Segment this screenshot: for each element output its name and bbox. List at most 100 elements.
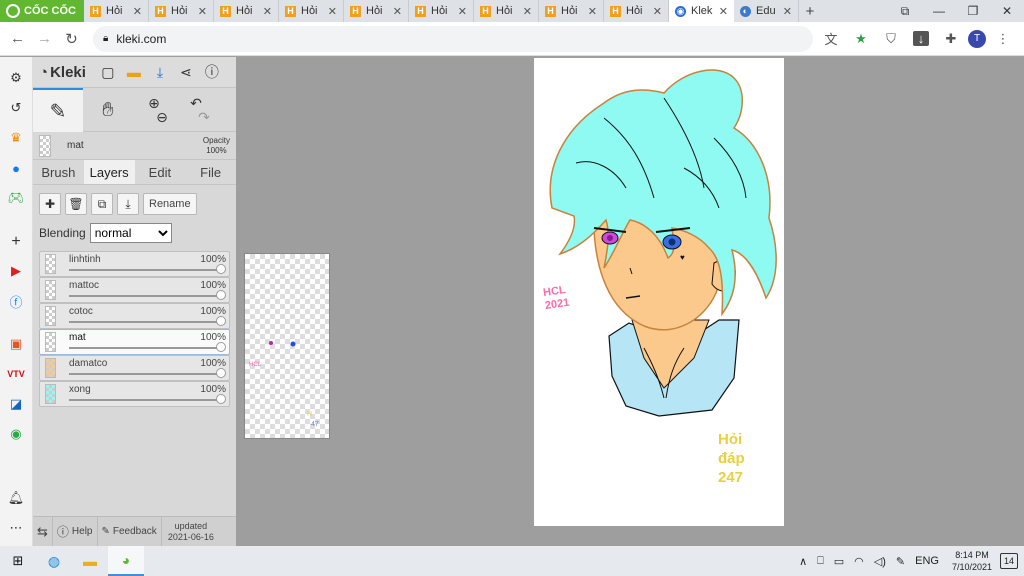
blending-select[interactable]: normal [89, 223, 172, 243]
browser-tab[interactable]: H Hỏi ✕ [474, 0, 539, 22]
browser-tab[interactable]: H Hỏi ✕ [84, 0, 149, 22]
browser-brand[interactable]: CỐC CỐC [0, 0, 84, 22]
browser-tab[interactable]: H Hỏi ✕ [539, 0, 604, 22]
tab-file[interactable]: File [185, 160, 236, 184]
close-icon[interactable]: ✕ [653, 5, 662, 18]
browser-tab[interactable]: ◐ Edu ✕ [734, 0, 799, 22]
opacity-slider-handle[interactable] [216, 394, 226, 404]
globe-icon[interactable]: ◉ [5, 423, 27, 445]
messenger-icon[interactable]: ● [5, 157, 27, 179]
more-icon[interactable]: ⋯ [5, 517, 27, 539]
opacity-slider-handle[interactable] [216, 290, 226, 300]
close-icon[interactable]: ✕ [198, 5, 207, 18]
close-icon[interactable]: ✕ [719, 5, 728, 18]
url-input[interactable]: 🔒︎ kleki.com [93, 25, 813, 52]
opacity-slider-track[interactable] [69, 347, 221, 349]
browser-tab[interactable]: H Hỏi ✕ [344, 0, 409, 22]
layer-row-selected[interactable]: mat 100% [39, 329, 230, 355]
browser-tab[interactable]: H Hỏi ✕ [604, 0, 669, 22]
browser-tab[interactable]: H Hỏi ✕ [279, 0, 344, 22]
help-icon[interactable]: ⓘ [202, 62, 222, 82]
sale-icon[interactable]: ◪ [5, 393, 27, 415]
translate-icon[interactable]: 文 [818, 29, 844, 48]
translate-bar-icon[interactable]: ⧉ [888, 4, 922, 19]
chevron-up-icon[interactable]: ∧ [794, 555, 812, 568]
undo-icon[interactable]: ↶ [190, 96, 202, 110]
puzzle-icon[interactable]: ✚ [938, 31, 964, 47]
pen-icon[interactable]: ✎ [891, 555, 910, 568]
tab-layers[interactable]: Layers [83, 160, 135, 184]
layer-row[interactable]: mattoc 100% [39, 277, 230, 303]
layer-row[interactable]: cotoc 100% [39, 303, 230, 329]
layer-row[interactable]: xong 100% [39, 381, 230, 407]
merge-layer-button[interactable]: ⤓ [117, 193, 139, 215]
layer-row[interactable]: damatco 100% [39, 355, 230, 381]
zoom-buttons[interactable]: ⊕ ⊖ [133, 88, 175, 132]
zoom-out-icon[interactable]: ⊖ [156, 110, 168, 124]
close-icon[interactable]: ✕ [393, 5, 402, 18]
redo-icon[interactable]: ↷ [198, 110, 210, 124]
share-icon[interactable]: ⋖ [176, 64, 196, 81]
close-icon[interactable]: ✕ [783, 5, 792, 18]
duplicate-layer-button[interactable]: ⧉ [91, 193, 113, 215]
opacity-slider-track[interactable] [69, 399, 221, 401]
browser-tab-active[interactable]: ◉ Klek ✕ [669, 0, 734, 22]
zoom-in-icon[interactable]: ⊕ [148, 96, 160, 110]
close-icon[interactable]: ✕ [328, 5, 337, 18]
file-explorer-icon[interactable]: ▬ [72, 546, 108, 576]
windows-start-icon[interactable]: ⊞ [0, 546, 36, 576]
opacity-slider-handle[interactable] [216, 342, 226, 352]
layer-row[interactable]: linhtinh 100% [39, 251, 230, 277]
notification-icon[interactable]: 14 [1000, 553, 1018, 569]
canvas-area[interactable]: HCL H 47 ♥ HCL 2021 Hỏi đáp 247 [236, 57, 1024, 546]
avatar[interactable]: T [968, 29, 986, 48]
facebook-icon[interactable]: ⓕ [5, 290, 27, 312]
device-icon[interactable]: ⎕ [812, 555, 829, 568]
history-icon[interactable]: ↺ [5, 97, 27, 119]
back-icon[interactable]: ← [4, 30, 31, 47]
close-icon[interactable]: ✕ [588, 5, 597, 18]
tab-brush[interactable]: Brush [33, 160, 84, 184]
opacity-slider-handle[interactable] [216, 316, 226, 326]
volume-icon[interactable]: ◁) [869, 555, 891, 568]
download-icon[interactable]: ↓ [913, 31, 929, 46]
wifi-icon[interactable]: ◠ [849, 555, 869, 568]
feedback-button[interactable]: ✎ Feedback [98, 516, 162, 547]
save-download-icon[interactable]: ⤓ [150, 64, 170, 81]
tab-edit[interactable]: Edit [135, 160, 186, 184]
forward-icon[interactable]: → [31, 30, 58, 47]
shield-icon[interactable]: ⛉ [878, 31, 904, 47]
brush-tool-button[interactable]: ✎ [33, 88, 83, 132]
undo-redo-buttons[interactable]: ↶ ↷ [175, 88, 217, 132]
opacity-slider-track[interactable] [69, 269, 221, 271]
restore-icon[interactable]: ❐ [956, 4, 990, 18]
shopping-icon[interactable]: ▣ [5, 333, 27, 355]
language-indicator[interactable]: ENG [910, 555, 944, 567]
add-layer-button[interactable]: ✚ [39, 193, 61, 215]
menu-icon[interactable]: ⋮ [990, 31, 1016, 47]
rename-button[interactable]: Rename [143, 193, 197, 215]
settings-icon[interactable]: ⚙ [5, 67, 27, 89]
open-folder-icon[interactable]: ▬ [124, 64, 144, 80]
opacity-slider-track[interactable] [69, 295, 221, 297]
opacity-slider-handle[interactable] [216, 368, 226, 378]
close-icon[interactable]: ✕ [523, 5, 532, 18]
clock[interactable]: 8:14 PM 7/10/2021 [944, 549, 1000, 573]
minimize-icon[interactable]: — [922, 4, 956, 18]
opacity-slider-track[interactable] [69, 373, 221, 375]
reload-icon[interactable]: ↻ [58, 30, 85, 48]
opacity-slider-handle[interactable] [216, 264, 226, 274]
battery-icon[interactable]: ▭ [829, 555, 849, 568]
new-image-icon[interactable]: ▢ [98, 64, 118, 81]
opacity-slider-track[interactable] [69, 321, 221, 323]
help-button[interactable]: ⓘ Help [53, 516, 98, 547]
gamepad-icon[interactable]: 🎮︎ [5, 187, 27, 209]
close-icon[interactable]: ✕ [133, 5, 142, 18]
hand-tool-button[interactable]: ✋︎ [83, 88, 133, 132]
swap-side-button[interactable]: ⇆ [33, 516, 53, 547]
vtv-icon[interactable]: VTV [5, 363, 27, 385]
close-icon[interactable]: ✕ [263, 5, 272, 18]
browser-tab[interactable]: H Hỏi ✕ [409, 0, 474, 22]
browser-tab[interactable]: H Hỏi ✕ [149, 0, 214, 22]
close-window-icon[interactable]: ✕ [990, 4, 1024, 18]
